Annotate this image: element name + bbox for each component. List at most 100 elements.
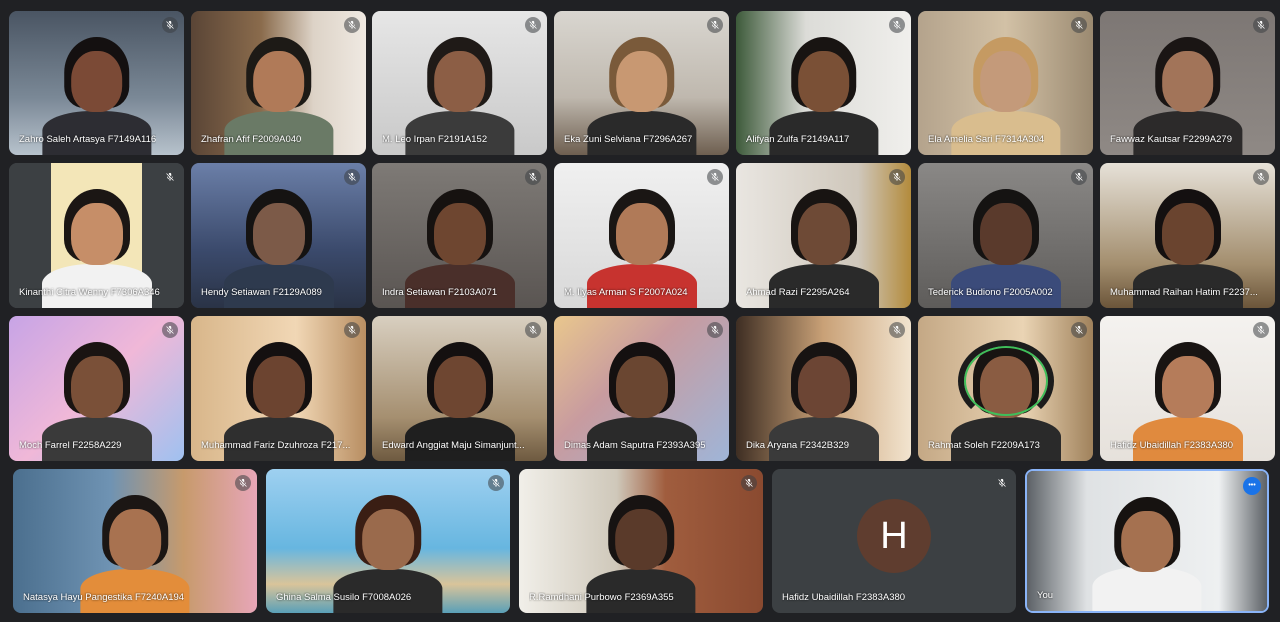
person-face [1161, 203, 1214, 265]
participant-tile[interactable]: Zhafran Afif F2009A040 [191, 11, 366, 155]
self-video-tile[interactable]: ••• You [1025, 469, 1269, 613]
mic-off-icon [344, 169, 360, 185]
person-body [768, 264, 879, 308]
participant-tile[interactable]: Fawwaz Kautsar F2299A279 [1100, 11, 1275, 155]
participant-tile[interactable]: Dimas Adam Saputra F2393A395 [554, 316, 729, 461]
person-face [615, 356, 668, 418]
participant-tile[interactable]: Moch Farrel F2258A229 [9, 316, 184, 461]
mic-off-icon [344, 322, 360, 338]
mic-off-icon [344, 17, 360, 33]
person-face [615, 203, 668, 265]
person-face [70, 356, 123, 418]
participant-name: Muhammad Raihan Hatim F2237... [1110, 287, 1258, 298]
participant-name: Zhafran Afif F2009A040 [201, 134, 302, 145]
participant-name: Kinanthi Citra Wenny F7306A346 [19, 287, 160, 298]
mic-off-icon [1071, 17, 1087, 33]
mic-off-icon [525, 322, 541, 338]
participant-name: Ahmad Razi F2295A264 [746, 287, 850, 298]
mic-off-icon [488, 475, 504, 491]
participant-tile[interactable]: Hendy Setiawan F2129A089 [191, 163, 366, 308]
participant-tile[interactable]: Alifyan Zulfa F2149A117 [736, 11, 911, 155]
participant-tile[interactable]: Dika Aryana F2342B329 [736, 316, 911, 461]
person-body [950, 417, 1061, 461]
participant-name: M. Ilyas Arman S F2007A024 [564, 287, 688, 298]
person-body [768, 417, 879, 461]
participant-tile[interactable]: Ahmad Razi F2295A264 [736, 163, 911, 308]
participant-name: M. Leo Irpan F2191A152 [382, 134, 488, 145]
person-body [1132, 417, 1243, 461]
participant-tile[interactable]: Natasya Hayu Pangestika F7240A194 [13, 469, 257, 613]
meet-grid-view: { "participants": [ {"name": "Zahro Sale… [0, 0, 1280, 622]
participant-tile[interactable]: Indra Setiawan F2103A071 [372, 163, 547, 308]
person-body [950, 264, 1061, 308]
participant-tile[interactable]: R.Ramdhani Purbowo F2369A355 [519, 469, 763, 613]
mic-off-icon [707, 17, 723, 33]
person-face [1121, 510, 1173, 573]
person-face [979, 203, 1032, 265]
person-face [362, 508, 414, 571]
participant-name: Muhammad Fariz Dzuhroza F217... [201, 440, 351, 451]
person-face [615, 508, 667, 571]
participant-tile[interactable]: Tederick Budiono F2005A002 [918, 163, 1093, 308]
person-face [433, 50, 486, 113]
participant-name: Dimas Adam Saputra F2393A395 [564, 440, 706, 451]
participant-tile[interactable]: Muhammad Fariz Dzuhroza F217... [191, 316, 366, 461]
participant-tile[interactable]: Ghina Salma Susilo F7008A026 [266, 469, 510, 613]
participant-tile[interactable]: Edward Anggiat Maju Simanjunt... [372, 316, 547, 461]
participant-name: Edward Anggiat Maju Simanjunt... [382, 440, 525, 451]
headset [957, 340, 1054, 422]
person-face [1161, 356, 1214, 418]
participant-tile[interactable]: H Hafidz Ubaidillah F2383A380 [772, 469, 1016, 613]
participant-name: Zahro Saleh Artasya F7149A116 [19, 134, 157, 145]
participant-tile[interactable]: Zahro Saleh Artasya F7149A116 [9, 11, 184, 155]
participant-name: Dika Aryana F2342B329 [746, 440, 849, 451]
participant-name: You [1037, 590, 1054, 601]
mic-off-icon [994, 475, 1010, 491]
person-face [797, 50, 850, 113]
participant-name: Alifyan Zulfa F2149A117 [746, 134, 850, 145]
mic-off-icon [707, 169, 723, 185]
person-body [586, 264, 697, 308]
mic-off-icon [1253, 322, 1269, 338]
mic-off-icon [889, 322, 905, 338]
mic-off-icon [525, 169, 541, 185]
person-face [109, 508, 161, 571]
person-body [404, 417, 515, 461]
mic-off-icon [889, 169, 905, 185]
participant-tile[interactable]: Kinanthi Citra Wenny F7306A346 [9, 163, 184, 308]
participant-name: R.Ramdhani Purbowo F2369A355 [529, 592, 674, 603]
mic-off-icon [1253, 17, 1269, 33]
person-body [41, 417, 152, 461]
participant-name: Natasya Hayu Pangestika F7240A194 [23, 592, 185, 603]
person-face [433, 203, 486, 265]
participant-tile[interactable]: M. Leo Irpan F2191A152 [372, 11, 547, 155]
participant-tile[interactable]: M. Ilyas Arman S F2007A024 [554, 163, 729, 308]
person-face [433, 356, 486, 418]
participant-name: Moch Farrel F2258A229 [19, 440, 122, 451]
person-face [252, 50, 305, 113]
participant-tile[interactable]: Ela Amelia Sari F7314A304 [918, 11, 1093, 155]
more-options-icon[interactable]: ••• [1243, 477, 1261, 495]
mic-off-icon [525, 17, 541, 33]
person-body [404, 264, 515, 308]
participant-tile[interactable]: Hafidz Ubaidillah F2383A380 [1100, 316, 1275, 461]
mic-off-icon [1071, 322, 1087, 338]
person-face [1161, 50, 1214, 113]
mic-off-icon [741, 475, 757, 491]
person-face [797, 203, 850, 265]
participant-name: Fawwaz Kautsar F2299A279 [1110, 134, 1232, 145]
mic-off-icon [1253, 169, 1269, 185]
participant-avatar: H [857, 499, 931, 573]
mic-off-icon [162, 169, 178, 185]
person-face [252, 356, 305, 418]
participant-tile[interactable]: Eka Zuni Selviana F7296A267 [554, 11, 729, 155]
person-body [223, 417, 334, 461]
participant-tile[interactable]: Muhammad Raihan Hatim F2237... [1100, 163, 1275, 308]
participant-name: Eka Zuni Selviana F7296A267 [564, 134, 693, 145]
participant-name: Hafidz Ubaidillah F2383A380 [1110, 440, 1234, 451]
participant-name: Hafidz Ubaidillah F2383A380 [782, 592, 906, 603]
participant-tile[interactable]: Rahmat Soleh F2209A173 [918, 316, 1093, 461]
mic-off-icon [889, 17, 905, 33]
participant-name: Ghina Salma Susilo F7008A026 [276, 592, 412, 603]
person-body [1132, 264, 1243, 308]
